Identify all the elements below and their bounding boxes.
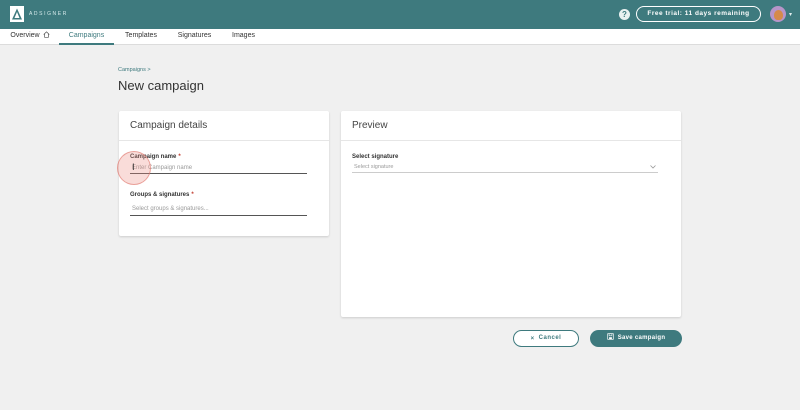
tab-images[interactable]: Images [231,29,256,45]
chevron-down-icon[interactable]: ▾ [789,11,792,18]
save-icon [607,331,614,348]
page-title: New campaign [118,78,204,93]
select-signature-placeholder: Select signature [354,164,394,170]
groups-signatures-input[interactable]: Select groups & signatures... [130,204,307,216]
home-icon [43,30,50,44]
free-trial-button[interactable]: Free trial: 11 days remaining [636,6,761,22]
top-bar: ADSIGNER ? Free trial: 11 days remaining… [0,0,800,29]
breadcrumb[interactable]: Campaigns > [118,67,151,73]
preview-card: Preview Select signature Select signatur… [341,111,681,317]
campaign-name-input[interactable]: Enter Campaign name [130,163,307,174]
select-signature-label: Select signature [352,154,399,160]
tab-campaigns[interactable]: Campaigns [59,29,114,45]
tab-signatures[interactable]: Signatures [177,29,212,45]
groups-signatures-label: Groups & signatures * [130,192,194,198]
required-mark: * [191,192,194,198]
user-avatar[interactable] [770,6,786,22]
brand-name: ADSIGNER [29,11,68,17]
preview-title: Preview [341,111,681,141]
campaign-details-card: Campaign details Campaign name * Enter Ca… [119,111,329,236]
tab-overview-label: Overview [10,32,40,39]
text-cursor-icon: I [132,163,135,173]
save-label: Save campaign [617,335,666,341]
save-campaign-button[interactable]: Save campaign [590,330,682,347]
campaign-details-title: Campaign details [119,111,329,141]
adsigner-logo[interactable] [10,6,24,22]
required-mark: * [178,154,181,160]
chevron-down-icon [650,164,656,173]
cancel-button[interactable]: × Cancel [513,330,579,347]
cancel-label: Cancel [538,335,562,341]
groups-signatures-placeholder: Select groups & signatures... [132,206,209,212]
help-icon[interactable]: ? [619,9,630,20]
close-icon: × [530,336,535,342]
select-signature-dropdown[interactable]: Select signature [352,163,658,173]
main-nav: Overview Campaigns Templates Signatures … [0,29,800,45]
tab-overview[interactable]: Overview [10,29,50,45]
tab-templates[interactable]: Templates [124,29,158,45]
